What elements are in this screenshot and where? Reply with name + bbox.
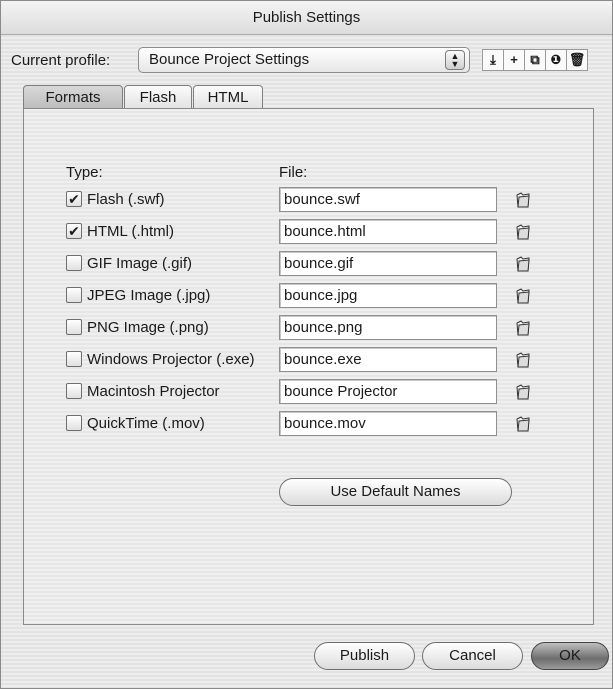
format-checkbox[interactable] <box>66 287 82 303</box>
format-row: JPEG Image (.jpg) <box>24 283 595 309</box>
folder-icon[interactable] <box>515 319 531 337</box>
current-profile-label: Current profile: <box>11 52 111 69</box>
file-name-input[interactable] <box>279 411 497 436</box>
format-type-label: QuickTime (.mov) <box>87 415 205 432</box>
profile-info-icon[interactable]: ❶ <box>545 49 567 71</box>
format-type-label: Flash (.swf) <box>87 191 165 208</box>
duplicate-profile-icon[interactable]: ⧉ <box>524 49 546 71</box>
folder-icon[interactable] <box>515 255 531 273</box>
tab-flash[interactable]: Flash <box>124 85 192 109</box>
format-checkbox[interactable] <box>66 319 82 335</box>
format-checkbox[interactable]: ✔ <box>66 223 82 239</box>
format-row: ✔ Flash (.swf) <box>24 187 595 213</box>
profile-row: Current profile: Bounce Project Settings… <box>1 47 612 75</box>
folder-icon[interactable] <box>515 223 531 241</box>
publish-settings-dialog: Publish Settings Current profile: Bounce… <box>0 0 613 689</box>
format-type-label: PNG Image (.png) <box>87 319 209 336</box>
format-row: Macintosh Projector <box>24 379 595 405</box>
file-header: File: <box>279 164 308 181</box>
format-checkbox[interactable] <box>66 383 82 399</box>
folder-icon[interactable] <box>515 191 531 209</box>
ok-button[interactable]: OK <box>531 642 609 670</box>
format-row: PNG Image (.png) <box>24 315 595 341</box>
folder-icon[interactable] <box>515 415 531 433</box>
formats-panel: Type: File: ✔ Flash (.swf) ✔ HTML (.html) GI… <box>23 108 594 625</box>
tab-formats-label: Formats <box>45 89 101 106</box>
format-type-label: HTML (.html) <box>87 223 174 240</box>
format-row: Windows Projector (.exe) <box>24 347 595 373</box>
tab-html-label: HTML <box>207 89 249 106</box>
format-type-label: Windows Projector (.exe) <box>87 351 255 368</box>
format-checkbox[interactable] <box>66 415 82 431</box>
format-type-label: JPEG Image (.jpg) <box>87 287 211 304</box>
format-checkbox[interactable] <box>66 351 82 367</box>
publish-button[interactable]: Publish <box>314 642 415 670</box>
file-name-input[interactable] <box>279 379 497 404</box>
delete-profile-icon[interactable]: 🗑 <box>566 49 588 71</box>
file-name-input[interactable] <box>279 283 497 308</box>
use-default-names-button[interactable]: Use Default Names <box>279 478 512 506</box>
format-row: GIF Image (.gif) <box>24 251 595 277</box>
format-type-label: GIF Image (.gif) <box>87 255 193 272</box>
add-profile-icon[interactable]: + <box>503 49 525 71</box>
profile-select-value: Bounce Project Settings <box>149 51 310 68</box>
folder-icon[interactable] <box>515 383 531 401</box>
profile-select[interactable]: Bounce Project Settings ▲ ▼ <box>138 47 470 73</box>
dialog-title: Publish Settings <box>1 1 612 35</box>
select-arrows-icon: ▲ ▼ <box>445 50 465 70</box>
folder-icon[interactable] <box>515 351 531 369</box>
file-name-input[interactable] <box>279 347 497 372</box>
format-type-label: Macintosh Projector <box>87 383 220 400</box>
format-checkbox[interactable]: ✔ <box>66 191 82 207</box>
format-row: ✔ HTML (.html) <box>24 219 595 245</box>
folder-icon[interactable] <box>515 287 531 305</box>
tab-html[interactable]: HTML <box>193 85 263 109</box>
tab-flash-label: Flash <box>139 89 177 106</box>
format-checkbox[interactable] <box>66 255 82 271</box>
cancel-button[interactable]: Cancel <box>422 642 523 670</box>
file-name-input[interactable] <box>279 315 497 340</box>
file-name-input[interactable] <box>279 251 497 276</box>
type-header: Type: <box>66 164 103 181</box>
import-export-icon[interactable]: ⤓ <box>482 49 504 71</box>
file-name-input[interactable] <box>279 219 497 244</box>
file-name-input[interactable] <box>279 187 497 212</box>
format-row: QuickTime (.mov) <box>24 411 595 437</box>
tab-formats[interactable]: Formats <box>23 85 123 109</box>
